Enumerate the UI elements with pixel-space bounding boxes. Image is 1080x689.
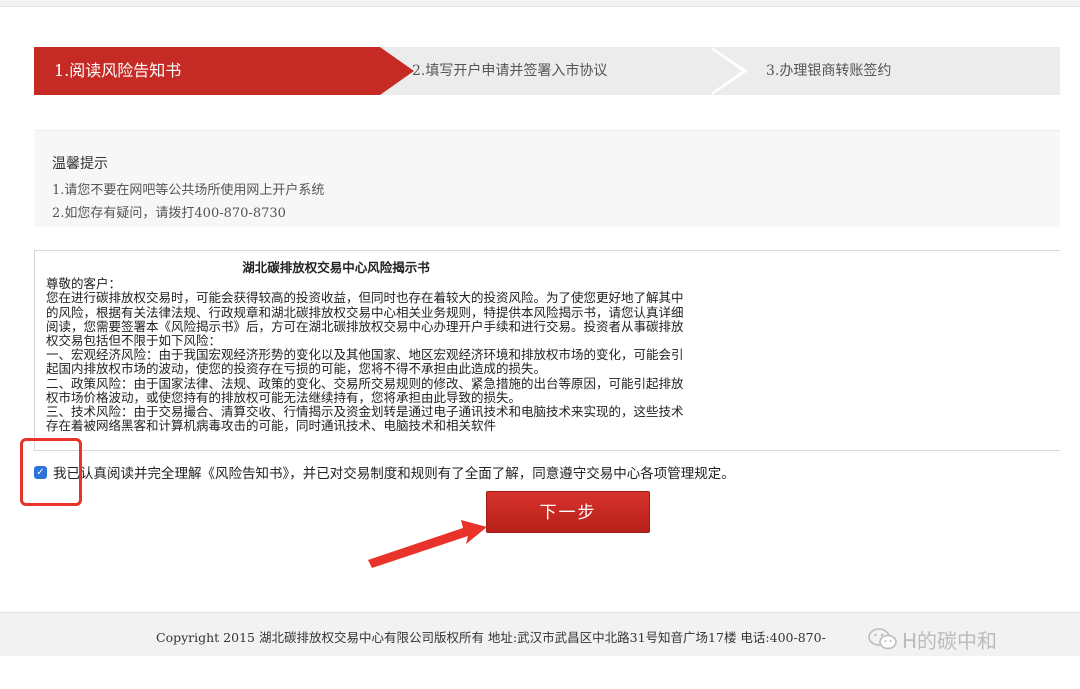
watermark-text: H的碳中和	[902, 628, 998, 653]
watermark: H的碳中和	[868, 624, 997, 654]
annotation-arrow-shape	[368, 520, 487, 568]
annotation-arrow-icon	[368, 520, 487, 568]
footer-text: Copyright 2015 湖北碳排放权交易中心有限公司版权所有 地址:武汉市…	[156, 630, 826, 645]
bottom-strip	[0, 656, 1080, 689]
wechat-icon	[868, 628, 897, 650]
